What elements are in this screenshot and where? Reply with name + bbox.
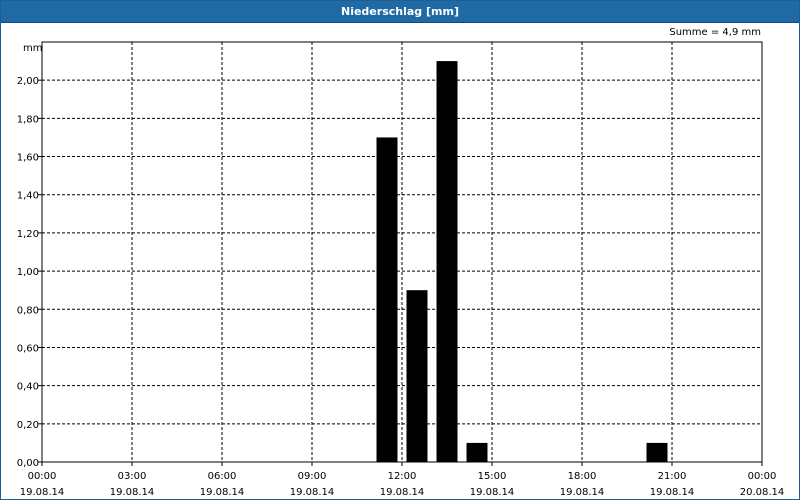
- x-tick-date-label: 19.08.14: [20, 487, 65, 498]
- y-tick-label: 1,80: [17, 114, 39, 125]
- y-tick-label: 0,00: [17, 458, 39, 469]
- precipitation-bar: [436, 61, 458, 462]
- x-tick-date-label: 19.08.14: [560, 487, 605, 498]
- precipitation-chart: mm 0,00 0,20 0,40 0,60 0,80 1,00 1,20 1,40 1,60 1…: [17, 41, 785, 498]
- x-tick-time-label: 09:00: [298, 471, 327, 482]
- x-tick-date-label: 19.08.14: [290, 487, 335, 498]
- y-tick-label: 2,00: [17, 76, 39, 87]
- x-tick-time-label: 00:00: [28, 471, 57, 482]
- x-tick-time-label: 12:00: [388, 471, 417, 482]
- x-tick-time-label: 21:00: [658, 471, 687, 482]
- x-tick-date-label: 19.08.14: [110, 487, 155, 498]
- y-tick-label: 0,20: [17, 420, 39, 431]
- chart-window: Niederschlag [mm] Summe = 4,9 mm mm 0,00…: [0, 0, 800, 500]
- y-tick-label: 0,40: [17, 382, 39, 393]
- precipitation-bar: [466, 442, 488, 462]
- x-tick-date-label: 19.08.14: [200, 487, 245, 498]
- y-axis-unit-label: mm: [23, 43, 42, 54]
- y-tick-label: 0,60: [17, 343, 39, 354]
- x-tick-date-label: 20.08.14: [740, 487, 785, 498]
- precipitation-bar: [406, 290, 428, 462]
- precipitation-bar: [376, 137, 398, 463]
- x-tick-date-label: 19.08.14: [470, 487, 515, 498]
- x-tick-time-label: 00:00: [748, 471, 777, 482]
- y-tick-label: 1,40: [17, 191, 39, 202]
- x-tick-time-label: 03:00: [118, 471, 147, 482]
- precipitation-bar: [646, 442, 668, 462]
- y-tick-label: 1,60: [17, 153, 39, 164]
- x-tick-time-label: 06:00: [208, 471, 237, 482]
- y-tick-label: 1,00: [17, 267, 39, 278]
- x-tick-time-label: 15:00: [478, 471, 507, 482]
- y-tick-label: 1,20: [17, 229, 39, 240]
- y-tick-label: 0,80: [17, 305, 39, 316]
- x-tick-date-label: 19.08.14: [380, 487, 425, 498]
- x-tick-time-label: 18:00: [568, 471, 597, 482]
- x-tick-date-label: 19.08.14: [650, 487, 695, 498]
